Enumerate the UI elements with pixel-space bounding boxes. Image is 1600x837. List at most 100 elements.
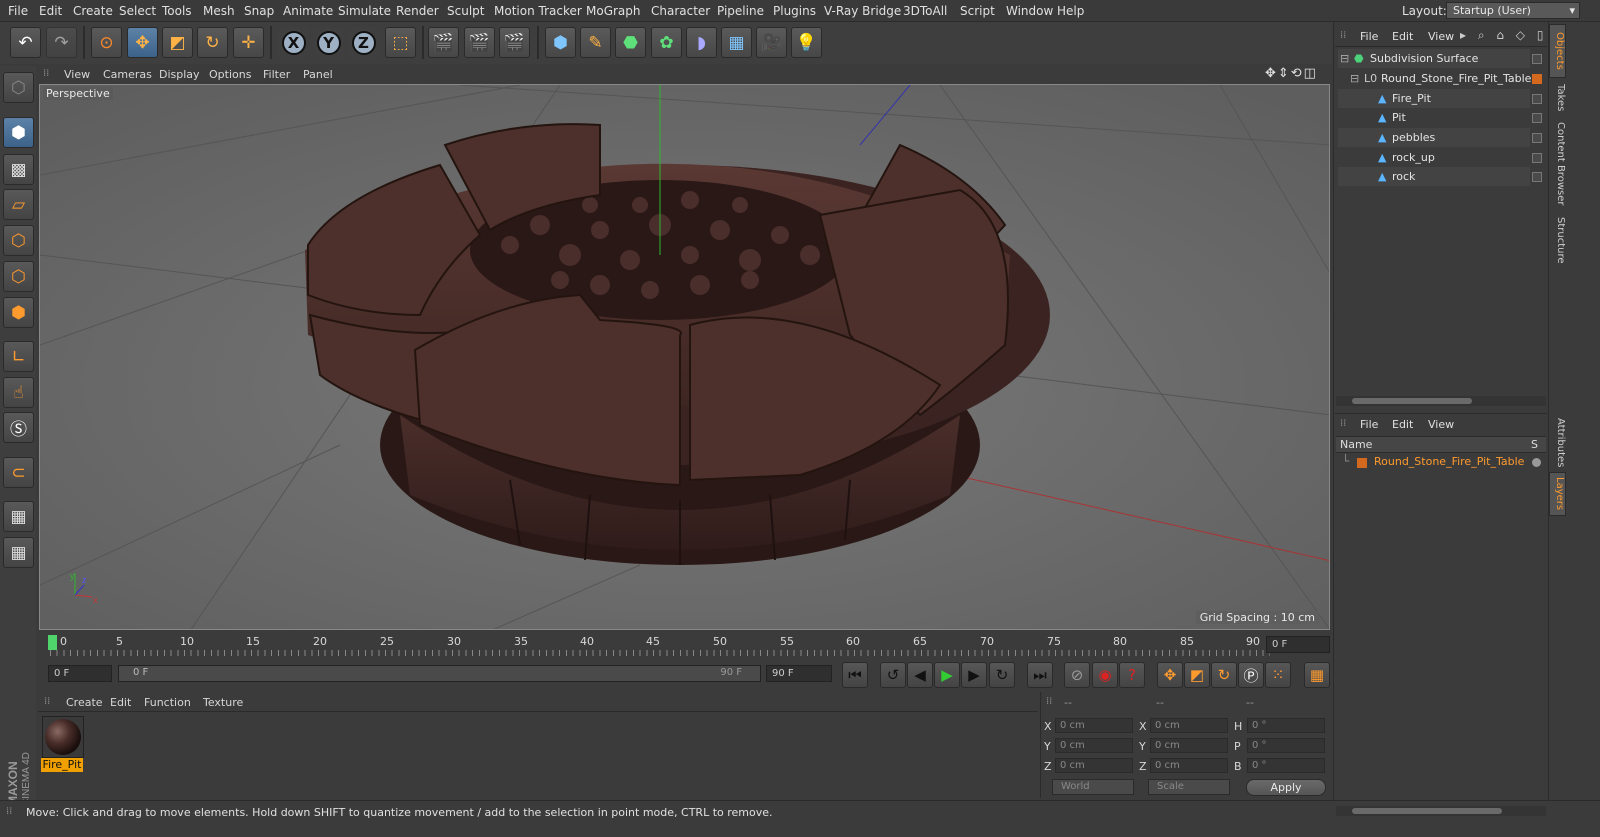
object-menu-file[interactable]: File: [1360, 30, 1378, 43]
goto-end-icon[interactable]: ⏭: [1027, 662, 1053, 688]
layer-manager-scrollbar[interactable]: [1336, 806, 1546, 816]
edges-mode-icon[interactable]: ⬡: [3, 261, 34, 292]
key-position-icon[interactable]: ✥: [1157, 662, 1183, 688]
play-icon[interactable]: ▶: [934, 662, 960, 688]
menu-motion-tracker[interactable]: Motion Tracker: [494, 4, 582, 18]
undo-icon[interactable]: ↶: [10, 27, 41, 58]
layer-menu-edit[interactable]: Edit: [1392, 418, 1413, 431]
workplane-lock-icon[interactable]: ▦: [3, 501, 34, 532]
rotate-tool-icon[interactable]: ↻: [197, 27, 228, 58]
move-tool-icon[interactable]: ✥: [127, 27, 158, 58]
axis-mode-icon[interactable]: ∟: [3, 341, 34, 372]
menu-render[interactable]: Render: [396, 4, 439, 18]
menu-character[interactable]: Character: [651, 4, 710, 18]
render-view-icon[interactable]: 🎬: [428, 27, 459, 58]
deformer-icon[interactable]: ◗: [686, 27, 717, 58]
scale-tool-icon[interactable]: ◩: [162, 27, 193, 58]
object-row-rock[interactable]: ▲ rock: [1338, 167, 1530, 186]
material-name[interactable]: Fire_Pit: [41, 758, 83, 772]
light-icon[interactable]: 💡: [791, 27, 822, 58]
tab-takes[interactable]: Takes: [1549, 80, 1566, 116]
z-axis-lock-icon[interactable]: Z: [348, 27, 379, 58]
viewport-navigation-icons[interactable]: ✥⇕⟲◫: [1265, 66, 1318, 81]
menu-tools[interactable]: Tools: [162, 4, 192, 18]
visibility-toggle[interactable]: [1532, 133, 1542, 143]
render-settings-icon[interactable]: 🎬: [499, 27, 530, 58]
layout-select[interactable]: Startup (User): [1446, 2, 1580, 19]
layer-row[interactable]: └ Round_Stone_Fire_Pit_Table: [1336, 454, 1546, 471]
object-row-pit[interactable]: ▲ Pit: [1338, 108, 1530, 127]
menu-select[interactable]: Select: [119, 4, 156, 18]
solo-dot-icon[interactable]: [1532, 458, 1541, 467]
menu-simulate[interactable]: Simulate: [338, 4, 391, 18]
magnet-snap-icon[interactable]: ⊂: [3, 457, 34, 488]
viewport-menu-view[interactable]: View: [64, 68, 90, 81]
render-picture-viewer-icon[interactable]: 🎬: [464, 27, 495, 58]
layer-menu-file[interactable]: File: [1360, 418, 1378, 431]
current-frame-field[interactable]: 0 F: [1266, 636, 1330, 653]
y-axis-lock-icon[interactable]: Y: [313, 27, 344, 58]
material-menu-create[interactable]: Create: [66, 696, 103, 709]
tab-layers[interactable]: Layers: [1549, 472, 1566, 516]
object-menu-view[interactable]: View: [1428, 30, 1454, 43]
visibility-toggle[interactable]: [1532, 153, 1542, 163]
viewport-menu-display[interactable]: Display: [159, 68, 200, 81]
size-mode-dropdown[interactable]: Scale: [1148, 779, 1230, 795]
scrollbar-thumb[interactable]: [1352, 398, 1472, 404]
object-row-fire-pit[interactable]: ▲ Fire_Pit: [1338, 89, 1530, 108]
position-y-field[interactable]: 0 cm: [1055, 738, 1133, 753]
tab-content-browser[interactable]: Content Browser: [1549, 118, 1566, 210]
subdivision-surface-icon[interactable]: ⬣: [615, 27, 646, 58]
floor-icon[interactable]: ▦: [721, 27, 752, 58]
start-frame-field[interactable]: 0 F: [48, 665, 112, 682]
points-mode-icon[interactable]: ⬡: [3, 225, 34, 256]
object-row-round-stone-fire-pit-table[interactable]: ⊟ L0 Round_Stone_Fire_Pit_Table: [1338, 69, 1531, 88]
polygons-mode-icon[interactable]: ⬢: [3, 297, 34, 328]
camera-icon[interactable]: 🎥: [756, 27, 787, 58]
viewport-menu-filter[interactable]: Filter: [263, 68, 290, 81]
apply-button[interactable]: Apply: [1246, 779, 1326, 796]
playhead-marker[interactable]: [48, 635, 57, 650]
key-parameter-icon[interactable]: Ⓟ: [1238, 662, 1264, 688]
key-rotation-icon[interactable]: ↻: [1211, 662, 1237, 688]
frame-range-slider[interactable]: 0 F 90 F: [118, 665, 761, 682]
size-z-field[interactable]: 0 cm: [1150, 758, 1228, 773]
visibility-toggle[interactable]: [1532, 113, 1542, 123]
menu-3dtoall[interactable]: 3DToAll: [903, 4, 947, 18]
3d-viewport[interactable]: y x z Perspective Grid Spacing : 10 cm: [39, 84, 1330, 630]
layer-color-swatch[interactable]: [1532, 74, 1542, 84]
menu-mesh[interactable]: Mesh: [203, 4, 235, 18]
object-manager-scrollbar[interactable]: [1336, 396, 1546, 406]
menu-create[interactable]: Create: [73, 4, 113, 18]
position-z-field[interactable]: 0 cm: [1055, 758, 1133, 773]
menu-vray-bridge[interactable]: V-Ray Bridge: [824, 4, 901, 18]
object-row-pebbles[interactable]: ▲ pebbles: [1338, 128, 1530, 147]
menu-mograph[interactable]: MoGraph: [586, 4, 641, 18]
coordinate-space-dropdown[interactable]: World: [1052, 779, 1134, 795]
motion-record-icon[interactable]: ⊘: [1064, 662, 1090, 688]
menu-script[interactable]: Script: [960, 4, 995, 18]
select-tool-icon[interactable]: ⊙: [91, 27, 122, 58]
tab-structure[interactable]: Structure: [1549, 212, 1566, 268]
x-axis-lock-icon[interactable]: X: [278, 27, 309, 58]
collapse-icon[interactable]: ⊟: [1350, 69, 1359, 88]
texture-mode-icon[interactable]: ▩: [3, 154, 34, 185]
viewport-menu-options[interactable]: Options: [209, 68, 251, 81]
visibility-toggle[interactable]: [1532, 94, 1542, 104]
recent-tool-icon[interactable]: ✛: [233, 27, 264, 58]
viewport-menu-panel[interactable]: Panel: [303, 68, 333, 81]
visibility-toggle[interactable]: [1532, 54, 1542, 64]
key-pla-icon[interactable]: ⁙: [1265, 662, 1291, 688]
prev-frame-icon[interactable]: ◀: [907, 662, 933, 688]
material-menu-function[interactable]: Function: [144, 696, 191, 709]
layer-color-swatch[interactable]: [1357, 458, 1367, 468]
size-y-field[interactable]: 0 cm: [1150, 738, 1228, 753]
fire-pit-model[interactable]: [305, 123, 1050, 565]
layer-menu-view[interactable]: View: [1428, 418, 1454, 431]
record-keys-icon[interactable]: ◉: [1092, 662, 1118, 688]
rotation-h-field[interactable]: 0 °: [1247, 718, 1325, 733]
menu-window[interactable]: Window: [1006, 4, 1053, 18]
rotation-p-field[interactable]: 0 °: [1247, 738, 1325, 753]
planar-workplane-icon[interactable]: ▦: [3, 537, 34, 568]
menu-file[interactable]: File: [8, 4, 28, 18]
